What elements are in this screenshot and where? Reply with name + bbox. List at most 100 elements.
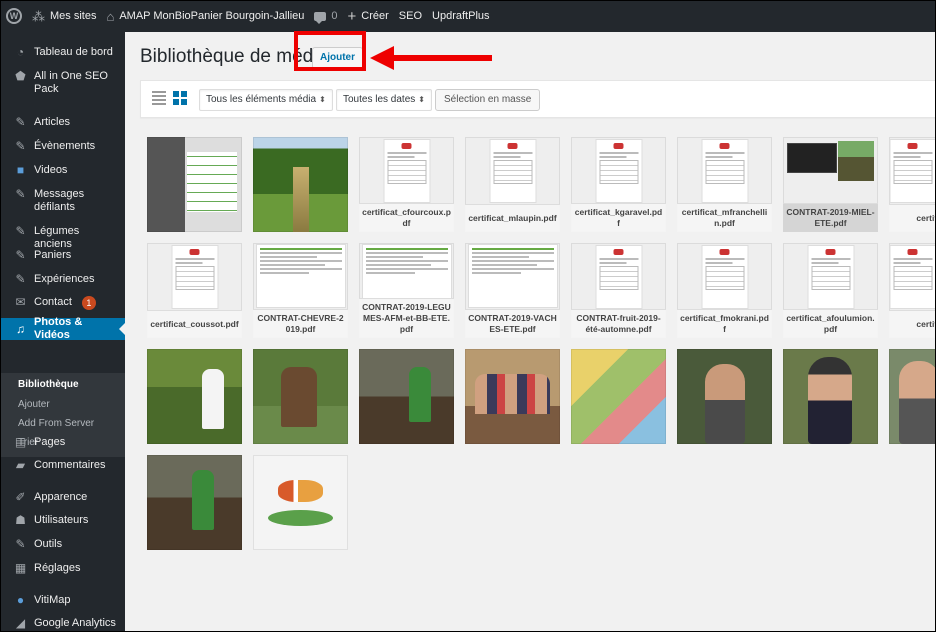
media-item-document[interactable]: certificat_ (889, 243, 936, 338)
sidebar-item-label: Contact (34, 296, 72, 308)
sidebar-item-vitimap[interactable]: ● VitiMap (0, 594, 125, 607)
sidebar-item-media[interactable]: ♫ Photos & Vidéos (0, 316, 125, 341)
sidebar-item-tools[interactable]: ✎ Outils (0, 538, 125, 551)
site-name-menu[interactable]: ⌂ AMAP MonBioPanier Bourgoin-Jallieu (106, 10, 304, 23)
media-item-document[interactable]: certificat_ (889, 137, 936, 232)
bulk-select-button[interactable]: Sélection en masse (435, 89, 541, 111)
sidebar-item-comments[interactable]: ▰ Commentaires (0, 459, 125, 472)
media-item-document[interactable]: certificat_coussot.pdf (147, 243, 242, 338)
media-filename: certificat_kgaravel.pdf (571, 203, 666, 232)
media-item-photo[interactable] (253, 455, 348, 550)
media-item-document[interactable]: certificat_afoulumion.pdf (783, 243, 878, 338)
contact-badge: 1 (81, 296, 96, 310)
page-icon: ▤ (14, 435, 27, 449)
sidebar-item-label: Photos & Vidéos (34, 316, 83, 341)
document-preview-icon (701, 139, 748, 203)
sidebar-item-baskets[interactable]: ✎ Paniers (0, 249, 125, 262)
comment-icon: ▰ (15, 458, 26, 472)
plus-icon: + (347, 7, 357, 25)
sidebar-item-pages[interactable]: ▤ Pages (0, 436, 125, 449)
wrench-icon: ✎ (15, 537, 26, 551)
media-type-filter[interactable]: Tous les éléments média ⬍ (199, 89, 333, 111)
media-item-photo[interactable] (147, 349, 242, 444)
sidebar-item-experiences[interactable]: ✎ Expériences (0, 273, 125, 286)
media-filename: certificat_ (889, 204, 936, 232)
media-item-document[interactable]: CONTRAT-2019-LEGUMES-AFM-et-BB-ETE.pdf (359, 243, 454, 338)
create-label: Créer (361, 10, 389, 22)
media-toolbar: Tous les éléments média ⬍ Toutes les date… (140, 80, 936, 118)
mail-icon: ✉ (15, 295, 26, 309)
sidebar-item-videos[interactable]: ■ Videos (0, 164, 125, 177)
sidebar-item-aioseo[interactable]: ⬟ All in One SEO Pack (0, 70, 125, 96)
media-item-photo[interactable] (253, 137, 348, 232)
media-item-photo[interactable] (359, 349, 454, 444)
new-content-menu[interactable]: + Créer (348, 9, 389, 24)
document-preview-icon (383, 139, 430, 203)
submenu-add[interactable]: Ajouter (18, 399, 50, 410)
sidebar-item-dashboard[interactable]: ◔ Tableau de bord (0, 46, 125, 59)
sidebar-item-users[interactable]: ☗ Utilisateurs (0, 514, 125, 527)
media-item-document[interactable]: certificat_kgaravel.pdf (571, 137, 666, 232)
media-item-photo[interactable] (783, 349, 878, 444)
media-item-photo[interactable] (147, 455, 242, 550)
media-type-filter-value: Tous les éléments média (206, 94, 317, 105)
pin-icon: ✎ (15, 272, 26, 286)
document-preview-icon (701, 245, 748, 309)
pin-icon: ✎ (15, 248, 26, 262)
document-preview-icon (595, 245, 642, 309)
seo-label: SEO (398, 10, 423, 22)
sidebar-item-google-analytics[interactable]: ◢ Google Analytics (0, 617, 125, 630)
updraftplus-menu[interactable]: UpdraftPlus (432, 10, 489, 22)
document-preview-icon (467, 244, 558, 308)
sidebar-item-label: Réglages (34, 562, 81, 574)
media-item-photo[interactable] (465, 349, 560, 444)
sidebar-item-events[interactable]: ✎ Évènements (0, 140, 125, 153)
active-indicator (119, 323, 125, 335)
sidebar-item-contact[interactable]: ✉ Contact 1 (0, 296, 125, 310)
submenu-add-from-server[interactable]: Add From Server (18, 418, 94, 429)
seo-menu[interactable]: SEO (399, 10, 422, 22)
date-filter[interactable]: Toutes les dates ⬍ (336, 89, 432, 111)
my-sites-menu[interactable]: ⁂ Mes sites (32, 10, 96, 23)
media-item-photo[interactable] (677, 349, 772, 444)
media-item-document[interactable]: CONTRAT-2019-MIEL-ETE.pdf (783, 137, 878, 232)
media-item-photo[interactable] (889, 349, 936, 444)
dashboard-icon: ◔ (16, 45, 25, 59)
document-preview-icon (807, 245, 854, 309)
admin-bar: W ⁂ Mes sites ⌂ AMAP MonBioPanier Bourgo… (0, 0, 936, 32)
sidebar-item-articles[interactable]: ✎ Articles (0, 116, 125, 129)
media-item-document[interactable]: CONTRAT-CHEVRE-2019.pdf (253, 243, 348, 338)
media-item-document[interactable]: certificat_fmokrani.pdf (677, 243, 772, 338)
media-item-document[interactable]: CONTRAT-fruit-2019-été-automne.pdf (571, 243, 666, 338)
sidebar-item-settings[interactable]: ▦ Réglages (0, 562, 125, 575)
media-item-document[interactable]: certificat_mfranchellin.pdf (677, 137, 772, 232)
wordpress-logo-button[interactable]: W (6, 8, 22, 24)
document-preview-icon (255, 244, 346, 308)
media-item-photo[interactable] (571, 349, 666, 444)
sidebar-item-label: All in One SEO Pack (34, 70, 108, 95)
grid-view-icon[interactable] (173, 91, 187, 105)
sidebar-item-label: Tableau de bord (34, 46, 113, 58)
comments-menu[interactable]: 0 (314, 10, 338, 24)
sidebar-item-scrolling-messages[interactable]: ✎ Messages défilants (0, 188, 125, 214)
media-item-photo[interactable] (253, 349, 348, 444)
media-filename: CONTRAT-2019-LEGUMES-AFM-et-BB-ETE.pdf (359, 298, 454, 338)
list-view-icon[interactable] (152, 91, 166, 105)
annotation-highlight-box (294, 31, 366, 71)
media-item-document[interactable]: certificat_cfourcoux.pdf (359, 137, 454, 232)
document-preview-icon (171, 245, 218, 309)
users-icon: ☗ (15, 513, 26, 527)
submenu-library[interactable]: Bibliothèque (18, 379, 79, 390)
media-item-document[interactable]: certificat_mlaupin.pdf (465, 137, 560, 232)
document-preview-icon (889, 245, 936, 309)
admin-sidebar: ◔ Tableau de bord ⬟ All in One SEO Pack … (0, 32, 125, 632)
sidebar-item-appearance[interactable]: ✐ Apparence (0, 491, 125, 504)
pin-icon: ✎ (15, 139, 26, 153)
media-item-photo[interactable] (147, 137, 242, 232)
pin-icon: ✎ (15, 224, 26, 238)
brush-icon: ✐ (15, 490, 26, 504)
media-item-document[interactable]: CONTRAT-2019-VACHES-ETE.pdf (465, 243, 560, 338)
updraftplus-label: UpdraftPlus (432, 10, 490, 22)
sidebar-item-label: Outils (34, 538, 63, 550)
media-filename: certificat_coussot.pdf (147, 310, 242, 338)
